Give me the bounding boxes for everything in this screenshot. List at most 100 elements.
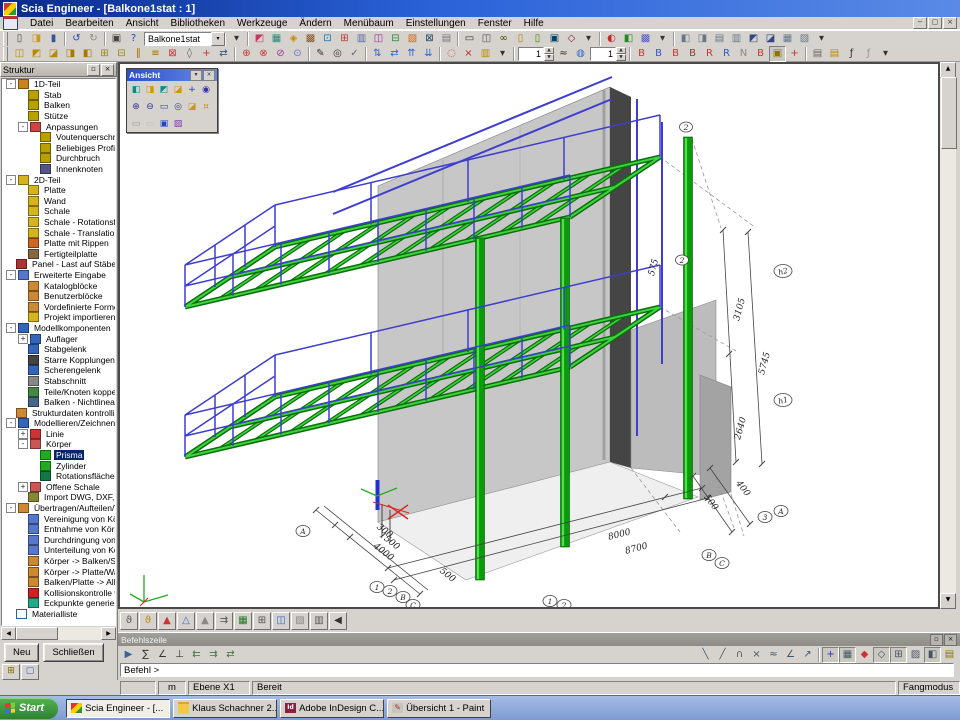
snap-direction-icon[interactable]: ↗: [799, 647, 816, 663]
load-n-icon[interactable]: N: [735, 46, 752, 62]
toolbar-grip[interactable]: [3, 32, 8, 46]
new-button[interactable]: ▯: [11, 31, 28, 47]
window-split-icon[interactable]: ⊞: [253, 612, 271, 630]
collapse-icon[interactable]: -: [18, 122, 28, 132]
mdi-document-icon[interactable]: [3, 16, 18, 30]
view-yz-icon[interactable]: ◩: [157, 82, 171, 97]
redo-button[interactable]: ↻: [85, 31, 102, 47]
tree-item[interactable]: Durchbruch: [2, 153, 115, 164]
tree-item[interactable]: Strukturdaten kontrollier: [2, 407, 115, 418]
shadow-icon[interactable]: ▧: [291, 612, 309, 630]
tree-item[interactable]: Scherengelenk: [2, 365, 115, 376]
copy-icon[interactable]: ⇄: [386, 46, 403, 62]
catalogs-icon[interactable]: ◫: [370, 31, 387, 47]
view-xy-icon[interactable]: ◪: [171, 82, 185, 97]
search-button[interactable]: ∞: [495, 31, 512, 47]
taskbar-task[interactable]: ✎Übersicht 1 - Paint: [387, 699, 491, 718]
tree-item[interactable]: Import DWG, DXF, V: [2, 492, 115, 503]
combo-dropdown-icon[interactable]: ▾: [211, 32, 225, 46]
zoom-selection-icon[interactable]: ◎: [171, 99, 185, 114]
function2-icon[interactable]: ƒ: [860, 46, 877, 62]
view-iso1-icon[interactable]: ◩: [745, 31, 762, 47]
tree-item[interactable]: -1D-Teil: [2, 79, 115, 90]
toolbar-grip[interactable]: [3, 47, 8, 61]
snap-arc-icon[interactable]: ∩: [731, 647, 748, 663]
view-iso2-icon[interactable]: ◪: [762, 31, 779, 47]
tree-item[interactable]: Stab: [2, 90, 115, 101]
snap-midpoint-icon[interactable]: ◆: [856, 647, 873, 663]
tree-item[interactable]: Körper -> Platte/War: [2, 566, 115, 577]
check-icon[interactable]: ✓: [346, 46, 363, 62]
persp-2-icon[interactable]: ϑ: [139, 612, 157, 630]
tree-item[interactable]: Durchdringung von K: [2, 535, 115, 546]
scroll-left-icon[interactable]: ◀: [1, 627, 16, 640]
help-button[interactable]: ?: [125, 31, 142, 47]
rotate-icon[interactable]: ⇈: [403, 46, 420, 62]
status-snap-mode[interactable]: Fangmodus: [898, 681, 960, 695]
expand-icon[interactable]: +: [18, 429, 28, 439]
add-icon[interactable]: +: [198, 46, 215, 62]
close-icon[interactable]: ×: [944, 634, 957, 646]
save-view-icon[interactable]: ▤: [809, 46, 826, 62]
angle-input-icon[interactable]: ∠: [154, 647, 171, 663]
light-icon[interactable]: ¤: [199, 99, 213, 114]
intersect-icon[interactable]: ⊕: [238, 46, 255, 62]
pan-icon[interactable]: ⇉: [215, 612, 233, 630]
menu-menübaum[interactable]: Menübaum: [338, 18, 400, 29]
layer-spinner[interactable]: 1 ▲▼: [590, 47, 626, 61]
overflow-chevron[interactable]: ▾: [654, 31, 671, 47]
tree-item[interactable]: Innenknoten: [2, 164, 115, 175]
scroll-thumb[interactable]: [941, 77, 957, 149]
menu-bearbeiten[interactable]: Bearbeiten: [59, 18, 119, 29]
tree-item[interactable]: Teile/Knoten koppel: [2, 386, 115, 397]
struktur-panel-title[interactable]: Struktur ▫ ×: [0, 62, 117, 77]
taskbar-task[interactable]: Scia Engineer - [...: [66, 699, 170, 718]
subtract-icon[interactable]: ⊘: [272, 46, 289, 62]
swap-icon[interactable]: ⇄: [215, 46, 232, 62]
wire-mode-icon[interactable]: ▩: [637, 31, 654, 47]
view-right-icon[interactable]: ▧: [796, 31, 813, 47]
mdi-minimize-button[interactable]: −: [913, 17, 927, 29]
spin-up-icon[interactable]: ▲: [616, 47, 626, 54]
mirror-icon[interactable]: ⇊: [420, 46, 437, 62]
tree-item[interactable]: -Modellkomponenten: [2, 323, 115, 334]
view-dir-icon[interactable]: ▲: [158, 612, 176, 630]
tree-item[interactable]: Schale: [2, 206, 115, 217]
layers-icon[interactable]: ▥: [353, 31, 370, 47]
tree-item[interactable]: -Erweiterte Eingabe: [2, 270, 115, 281]
tree-item[interactable]: +Linie: [2, 429, 115, 440]
tree-item[interactable]: Projekt importieren (I: [2, 312, 115, 323]
zoom-tool-icon[interactable]: ◎: [329, 46, 346, 62]
tree-item[interactable]: Vordefinierte Formen: [2, 301, 115, 312]
start-button[interactable]: Start: [0, 698, 58, 719]
view-xz-icon[interactable]: ◨: [143, 82, 157, 97]
scroll-down-icon[interactable]: ▼: [940, 593, 956, 609]
menu-hilfe[interactable]: Hilfe: [518, 18, 550, 29]
delete-icon[interactable]: ⊠: [164, 46, 181, 62]
project-combo[interactable]: Balkone1stat ▾: [144, 32, 226, 46]
open-button[interactable]: ◨: [28, 31, 45, 47]
tree-item[interactable]: Fertigteilplatte: [2, 249, 115, 260]
zoom-in-icon[interactable]: ⊕: [129, 99, 143, 114]
tree-item[interactable]: Schale - Translation: [2, 227, 115, 238]
run-command-icon[interactable]: ▶: [120, 647, 137, 663]
tree-horizontal-scrollbar[interactable]: ◀ ▶: [1, 627, 116, 640]
combinations-icon[interactable]: ⊞: [336, 31, 353, 47]
tree-item[interactable]: Materialliste: [2, 609, 115, 620]
ansicht-palette-title[interactable]: Ansicht ▾ ×: [127, 69, 217, 81]
scroll-right-icon[interactable]: ▶: [101, 627, 116, 640]
load-view-icon[interactable]: ▤: [826, 46, 843, 62]
function1-icon[interactable]: ƒ: [843, 46, 860, 62]
menu-fenster[interactable]: Fenster: [472, 18, 518, 29]
view-plane-icon[interactable]: △: [177, 612, 195, 630]
activity-spinner[interactable]: 1 ▲▼: [518, 47, 554, 61]
render-settings-icon[interactable]: ▣: [157, 116, 171, 131]
tree-item[interactable]: Zylinder: [2, 460, 115, 471]
select-circle-icon[interactable]: ◌: [443, 46, 460, 62]
menu-ansicht[interactable]: Ansicht: [120, 18, 165, 29]
view-flip-icon[interactable]: ▲: [196, 612, 214, 630]
menu-datei[interactable]: Datei: [24, 18, 59, 29]
chevron-down-icon[interactable]: ▾: [190, 70, 202, 81]
shade-mode-icon[interactable]: ◧: [620, 31, 637, 47]
schliessen-button[interactable]: Schließen: [43, 643, 103, 662]
